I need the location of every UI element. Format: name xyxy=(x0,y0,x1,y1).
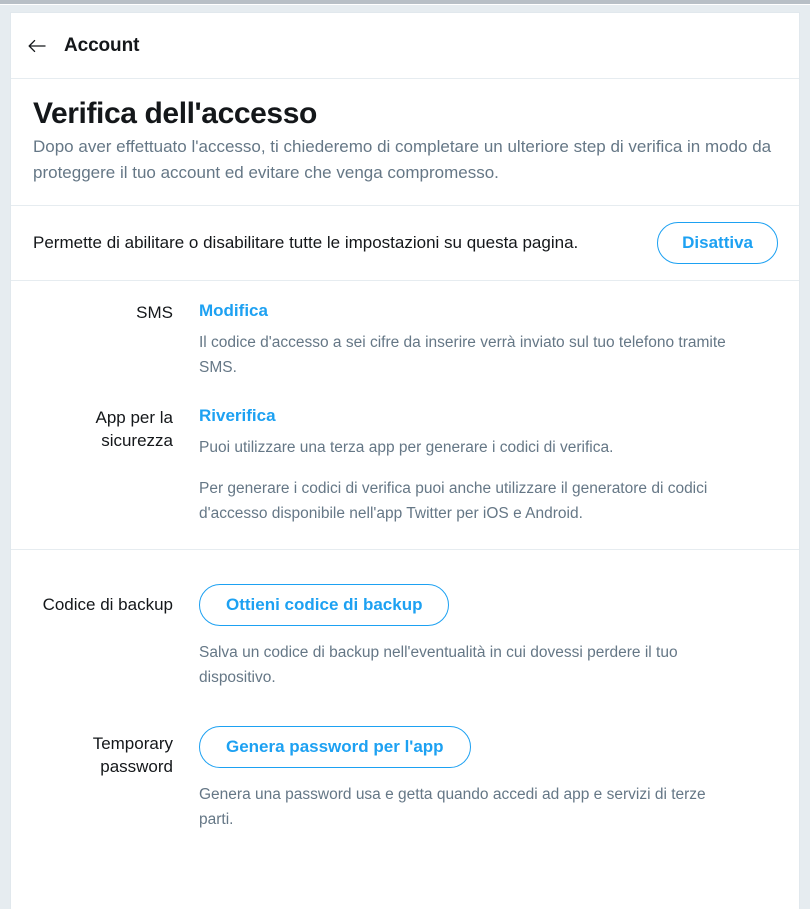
setting-label-sms: SMS xyxy=(136,303,173,323)
verification-methods-section: SMS Modifica Il codice d'accesso a sei c… xyxy=(11,281,799,550)
setting-body-backup-code: Ottieni codice di backup Salva un codice… xyxy=(199,583,777,690)
setting-row-backup-code: Codice di backup Ottieni codice di backu… xyxy=(11,550,799,704)
setting-body-temporary-password: Genera password per l'app Genera una pas… xyxy=(199,725,777,832)
temporary-password-button-wrap: Genera password per l'app xyxy=(199,725,747,768)
security-app-description-1: Puoi utilizzare una terza app per genera… xyxy=(199,439,614,457)
disable-all-button[interactable]: Disattiva xyxy=(657,222,778,265)
generate-app-password-button[interactable]: Genera password per l'app xyxy=(199,725,471,768)
setting-row-security-app: App per la sicurezza Riverifica Puoi uti… xyxy=(11,392,799,548)
intro-block: Verifica dell'accesso Dopo aver effettua… xyxy=(11,79,799,207)
page-title: Account xyxy=(64,34,140,56)
intro-title: Verifica dell'accesso xyxy=(33,97,317,130)
master-toggle-row: Permette di abilitare o disabilitare tut… xyxy=(11,206,799,282)
backup-section: Codice di backup Ottieni codice di backu… xyxy=(11,550,799,862)
setting-row-temporary-password: Temporary password Genera password per l… xyxy=(11,704,799,862)
setting-body-sms: Modifica Il codice d'accesso a sei cifre… xyxy=(199,301,777,380)
sms-description: Il codice d'accesso a sei cifre da inser… xyxy=(199,334,726,377)
security-app-reverify-link[interactable]: Riverifica xyxy=(199,406,276,426)
sms-edit-link[interactable]: Modifica xyxy=(199,301,268,321)
backup-code-description: Salva un codice di backup nell'eventuali… xyxy=(199,643,678,686)
back-bar: Account xyxy=(11,13,799,79)
master-toggle-text: Permette di abilitare o disabilitare tut… xyxy=(33,233,579,253)
window-chrome-strip xyxy=(0,0,810,5)
setting-row-sms: SMS Modifica Il codice d'accesso a sei c… xyxy=(11,281,799,392)
setting-body-security-app: Riverifica Puoi utilizzare una terza app… xyxy=(199,406,777,526)
settings-page: Account Verifica dell'accesso Dopo aver … xyxy=(0,5,810,909)
intro-description: Dopo aver effettuato l'accesso, ti chied… xyxy=(33,137,772,183)
temporary-password-description: Genera una password usa e getta quando a… xyxy=(199,785,706,828)
get-backup-code-button[interactable]: Ottieni codice di backup xyxy=(199,583,450,626)
backup-code-button-wrap: Ottieni codice di backup xyxy=(199,583,747,626)
setting-label-backup-code: Codice di backup xyxy=(42,594,173,614)
settings-card: Account Verifica dell'accesso Dopo aver … xyxy=(10,12,800,909)
security-app-description-2: Per generare i codici di verifica puoi a… xyxy=(199,480,708,523)
setting-label-temporary-password: Temporary password xyxy=(92,733,173,776)
setting-label-security-app: App per la sicurezza xyxy=(95,408,174,451)
arrow-left-icon[interactable] xyxy=(24,33,50,59)
